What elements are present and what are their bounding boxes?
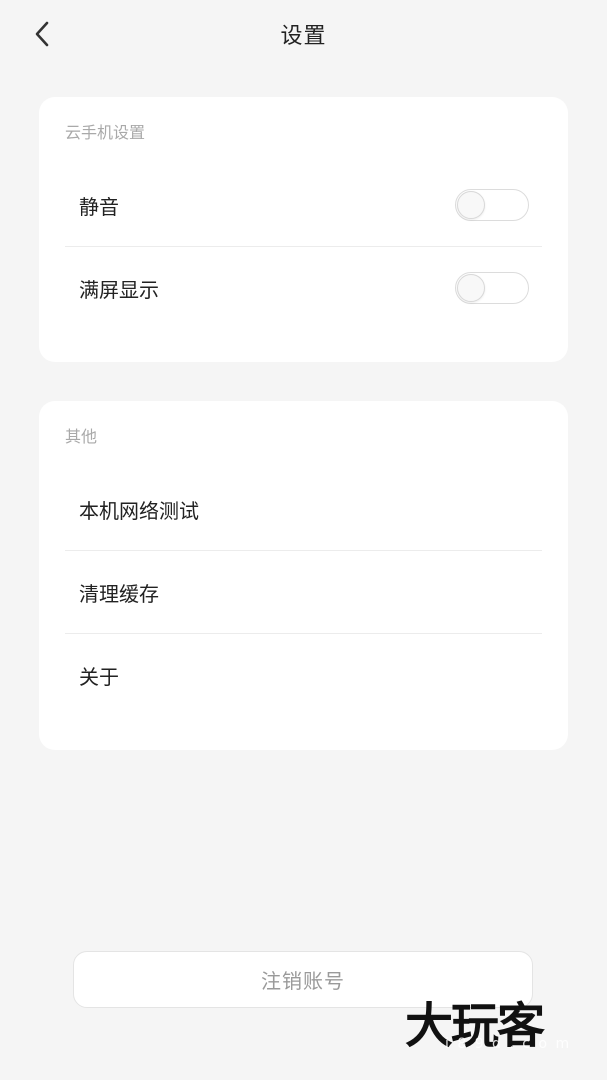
setting-label-mute: 静音 xyxy=(79,194,119,219)
setting-row-fullscreen[interactable]: 满屏显示 xyxy=(65,247,542,329)
other-settings-card: 其他 本机网络测试 清理缓存 关于 xyxy=(39,401,568,750)
watermark-logo: 大玩客 i 8 9 d . c o m xyxy=(405,996,595,1064)
menu-item-network-test[interactable]: 本机网络测试 xyxy=(65,468,542,550)
page-title: 设置 xyxy=(280,24,327,49)
cloud-phone-settings-card: 云手机设置 静音 满屏显示 xyxy=(39,97,568,362)
header-bar: 设置 xyxy=(0,0,607,70)
setting-label-fullscreen: 满屏显示 xyxy=(79,277,159,302)
toggle-knob xyxy=(457,274,485,302)
menu-label-clear-cache: 清理缓存 xyxy=(79,581,159,606)
mute-toggle[interactable] xyxy=(455,189,529,221)
fullscreen-toggle[interactable] xyxy=(455,272,529,304)
menu-item-clear-cache[interactable]: 清理缓存 xyxy=(65,551,542,633)
watermark-subtext: i 8 9 d . c o m xyxy=(445,1036,572,1052)
toggle-knob xyxy=(457,191,485,219)
section-title-cloud-settings: 云手机设置 xyxy=(65,123,146,142)
section-title-other: 其他 xyxy=(65,427,98,446)
setting-row-mute[interactable]: 静音 xyxy=(65,164,542,246)
menu-label-network-test: 本机网络测试 xyxy=(79,498,199,523)
menu-item-about[interactable]: 关于 xyxy=(65,634,542,716)
menu-label-about: 关于 xyxy=(79,664,119,689)
